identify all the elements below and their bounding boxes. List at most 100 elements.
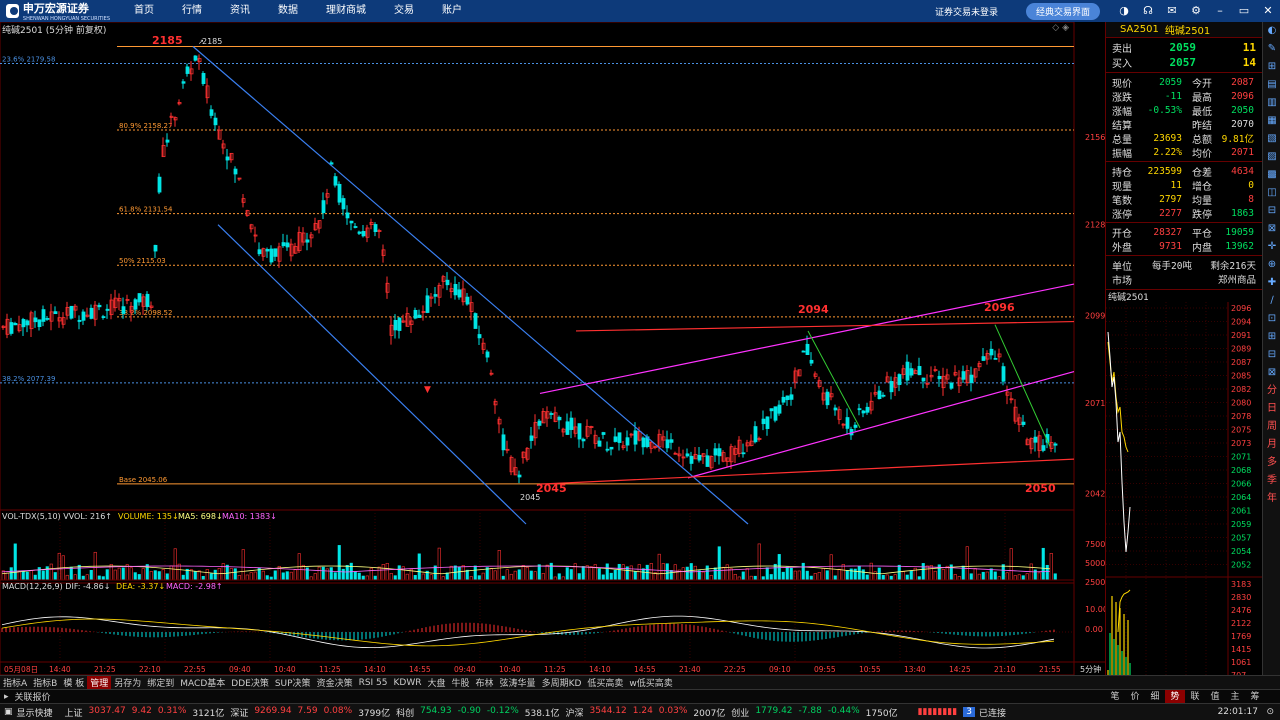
toolbar-tool[interactable]: ▥	[1263, 94, 1280, 112]
toolbar-tool[interactable]: ⊟	[1263, 346, 1280, 364]
mini-price-axis: 2057	[1231, 534, 1251, 543]
panel-tab[interactable]: 势	[1165, 690, 1185, 704]
indicator-tab[interactable]: 资金决策	[314, 676, 356, 689]
indicator-tab[interactable]: RSI 55	[356, 678, 391, 688]
toolbar-tool[interactable]: 季	[1263, 472, 1280, 490]
toolbar-tool[interactable]: ⊠	[1263, 220, 1280, 238]
classic-trade-button[interactable]: 经典交易界面	[1025, 2, 1100, 20]
toolbar-tool[interactable]: 多	[1263, 454, 1280, 472]
nav-item[interactable]: 交易	[380, 0, 428, 22]
indicator-tab[interactable]: 多周期KD	[539, 676, 585, 689]
indicator-tab[interactable]: 大盘	[425, 676, 449, 689]
toolbar-tool[interactable]: ⊠	[1263, 364, 1280, 382]
indicator-tab[interactable]: 模 板	[60, 676, 87, 689]
indicator-tab[interactable]: KDWR	[391, 678, 425, 688]
index-name[interactable]: 深证	[230, 706, 248, 719]
assoc-label[interactable]: 关联报价	[9, 690, 51, 703]
indicator-tab[interactable]: 指标A	[0, 676, 30, 689]
toolbar-tool[interactable]: ⊡	[1263, 310, 1280, 328]
indicator-tab[interactable]: SUP决策	[272, 676, 314, 689]
lock-icon[interactable]: ⊙	[1266, 707, 1274, 717]
indicator-tab[interactable]: 另存为	[111, 676, 144, 689]
nav-item[interactable]: 数据	[264, 0, 312, 22]
quote-label: 今开	[1192, 78, 1212, 90]
panel-tab[interactable]: 值	[1205, 690, 1225, 704]
nav-item[interactable]: 理财商城	[312, 0, 380, 22]
toolbar-tool[interactable]: ▩	[1263, 166, 1280, 184]
indicator-tab[interactable]: w低买高卖	[626, 676, 675, 689]
login-status[interactable]: 证券交易未登录	[935, 5, 998, 18]
nav-item[interactable]: 资讯	[216, 0, 264, 22]
quick-show-icon[interactable]: ▣	[0, 707, 17, 717]
minimize-icon[interactable]: –	[1213, 4, 1227, 18]
toolbar-tool[interactable]: ▨	[1263, 148, 1280, 166]
mini-chart-svg[interactable]: 2096 2094 2091 2089 2087 2085 2082 2080 2078 2075…	[1106, 302, 1263, 680]
kline-chart-svg[interactable]: 2156 2128 2099 2071 2042 23.6% 2179.58 80.9% …	[0, 21, 1108, 676]
mini-intraday-chart[interactable]: 纯碱2501 2096 2094 2091 2089 2087 2085 2082 2080 2…	[1106, 290, 1263, 680]
indicator-tab[interactable]: MACD基本	[177, 676, 228, 689]
toolbar-tool[interactable]: 日	[1263, 400, 1280, 418]
panel-tab[interactable]: 筹	[1245, 690, 1265, 704]
quote-label: 最低	[1192, 106, 1212, 118]
chart-options-icon[interactable]: ◇ ◈	[1052, 23, 1069, 33]
indicator-tab[interactable]: 管理	[87, 676, 112, 689]
toolbar-tool[interactable]: 周	[1263, 418, 1280, 436]
panel-tab[interactable]: 价	[1125, 690, 1145, 704]
toolbar-tool[interactable]: ◐	[1263, 22, 1280, 40]
toolbar-tool[interactable]: ⊞	[1263, 328, 1280, 346]
toolbar-tool[interactable]: ✚	[1263, 274, 1280, 292]
toolbar-tool[interactable]: 月	[1263, 436, 1280, 454]
nav-item[interactable]: 账户	[428, 0, 476, 22]
quick-show-label[interactable]: 显示快捷	[17, 706, 53, 719]
indicator-tab[interactable]: DDE决策	[228, 676, 272, 689]
panel-tab[interactable]: 细	[1145, 690, 1165, 704]
toolbar-tool[interactable]: ✛	[1263, 238, 1280, 256]
indicator-tab[interactable]: 布林	[473, 676, 497, 689]
toolbar-tool[interactable]: ◫	[1263, 184, 1280, 202]
panel-tab[interactable]: 笔	[1105, 690, 1125, 704]
toolbar-tool[interactable]: 分	[1263, 382, 1280, 400]
indicator-tab[interactable]: 绑定到	[144, 676, 177, 689]
panel-tab[interactable]: 联	[1185, 690, 1205, 704]
assoc-expand-icon[interactable]: ▸	[0, 692, 9, 702]
skin-icon[interactable]: ◑	[1117, 4, 1131, 18]
toolbar-tool[interactable]: ∕	[1263, 292, 1280, 310]
volume-bar	[261, 570, 265, 581]
indicator-tab[interactable]: 弦涛华量	[497, 676, 539, 689]
index-name[interactable]: 上证	[65, 706, 83, 719]
nav-item[interactable]: 首页	[120, 0, 168, 22]
indicator-tab[interactable]: 低买高卖	[584, 676, 626, 689]
candle-body	[537, 420, 542, 426]
toolbar-tool[interactable]: ⊟	[1263, 202, 1280, 220]
connection-status: 已连接	[978, 708, 1006, 719]
volume-bar	[893, 574, 897, 581]
toolbar-tool[interactable]: ▦	[1263, 112, 1280, 130]
volume-header: MA5: 698↓	[178, 512, 223, 521]
volume-bar	[253, 571, 257, 581]
panel-tab[interactable]: 主	[1225, 690, 1245, 704]
indicator-tab[interactable]: 指标B	[30, 676, 60, 689]
toolbar-tool[interactable]: ▤	[1263, 76, 1280, 94]
volume-bar	[905, 574, 909, 581]
headset-icon[interactable]: ☊	[1141, 4, 1155, 18]
volume-bar	[245, 574, 249, 581]
close-icon[interactable]: ✕	[1261, 4, 1275, 18]
mail-icon[interactable]: ✉	[1165, 4, 1179, 18]
candle-body	[413, 309, 418, 319]
indicator-tab[interactable]: 牛股	[449, 676, 473, 689]
index-name[interactable]: 沪深	[566, 706, 584, 719]
quote-label: 均量	[1192, 195, 1212, 207]
toolbar-tool[interactable]: ▧	[1263, 130, 1280, 148]
toolbar-tool[interactable]: ✎	[1263, 40, 1280, 58]
index-name[interactable]: 创业	[731, 706, 749, 719]
toolbar-tool[interactable]: ⊕	[1263, 256, 1280, 274]
settings-icon[interactable]: ⚙	[1189, 4, 1203, 18]
index-name[interactable]: 科创	[396, 706, 414, 719]
nav-item[interactable]: 行情	[168, 0, 216, 22]
maximize-icon[interactable]: ▭	[1237, 4, 1251, 18]
volume-bar	[605, 563, 609, 581]
toolbar-tool[interactable]: 年	[1263, 490, 1280, 508]
kline-chart-area[interactable]: 2156 2128 2099 2071 2042 23.6% 2179.58 80.9% …	[0, 21, 1108, 676]
toolbar-tool[interactable]: ⊞	[1263, 58, 1280, 76]
candle-body	[773, 406, 778, 421]
